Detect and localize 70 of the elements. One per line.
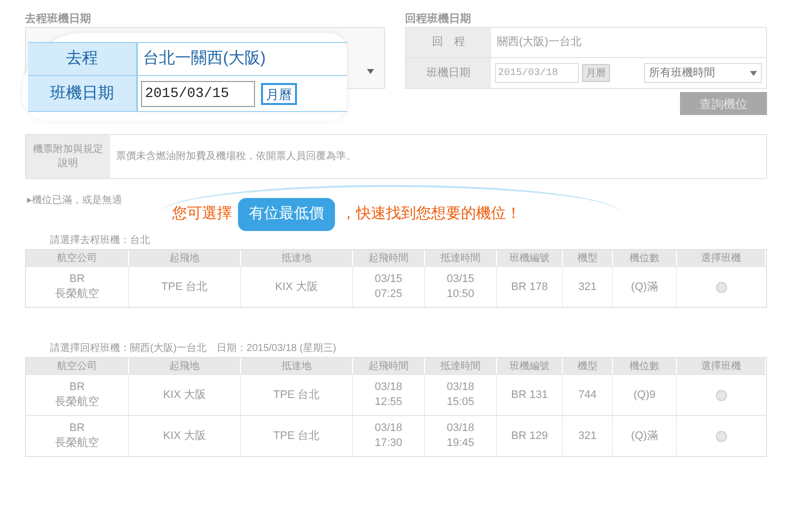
table-cell: 03/15 10:50: [425, 267, 497, 307]
table-cell: 03/18 15:05: [425, 375, 497, 415]
table-cell: KIX 大阪: [129, 375, 241, 415]
table-caption: 請選擇去程班機：台北: [50, 234, 150, 247]
table-cell: 03/15 07:25: [353, 267, 425, 307]
table-cell: 321: [563, 267, 613, 307]
dropdown-caret-icon[interactable]: [367, 69, 374, 74]
route-text: 關西(大阪)一台北: [496, 35, 582, 50]
column-header: 抵達地: [241, 358, 353, 374]
table-cell: 321: [563, 416, 613, 456]
table-cell: TPE 台北: [129, 267, 241, 307]
table-cell: KIX 大阪: [241, 267, 353, 307]
table-cell: 03/18 12:55: [353, 375, 425, 415]
radio-button[interactable]: [716, 430, 727, 442]
section-title: 回程班機日期: [405, 12, 472, 27]
column-header: 機型: [563, 250, 613, 266]
column-header: 機位數: [613, 358, 677, 374]
table-cell: BR 長榮航空: [26, 267, 129, 307]
table-cell: BR 178: [497, 267, 563, 307]
select-value: 所有班機時間: [649, 66, 715, 81]
column-header: 抵達地: [241, 250, 353, 266]
column-header: 抵達時間: [425, 358, 497, 374]
table-cell: (Q)9: [613, 375, 677, 415]
lowest-price-button[interactable]: 有位最低價: [238, 198, 335, 230]
table-cell: 03/18 19:45: [425, 416, 497, 456]
notice-text: ▸機位已滿，或是無適: [27, 194, 122, 208]
column-header: 航空公司: [26, 358, 129, 374]
table-cell: BR 長榮航空: [26, 375, 129, 415]
table-cell: 03/18 17:30: [353, 416, 425, 456]
section-title: 去程班機日期: [25, 12, 92, 27]
column-header: 選擇班機: [677, 250, 766, 266]
table-cell: TPE 台北: [241, 416, 353, 456]
column-header: 起飛時間: [353, 358, 425, 374]
table-cell: TPE 台北: [241, 375, 353, 415]
table-caption: 請選擇回程班機：關西(大阪)一台北 日期：2015/03/18 (星期三): [50, 342, 336, 355]
tip-text: ，快速找到您想要的機位！: [341, 204, 521, 224]
column-header: 起飛地: [129, 358, 241, 374]
remarks-text: 票價未含燃油附加費及機場稅，依開票人員回覆為準。: [115, 150, 357, 164]
column-header: 起飛地: [129, 250, 241, 266]
column-header: 機位數: [613, 250, 677, 266]
table-cell: BR 131: [497, 375, 563, 415]
table-cell: KIX 大阪: [129, 416, 241, 456]
radio-button[interactable]: [716, 390, 727, 400]
column-header: 航空公司: [26, 250, 129, 266]
field-label: 回 程: [406, 28, 492, 57]
radio-button[interactable]: [716, 282, 727, 292]
column-header: 選擇班機: [677, 358, 766, 374]
date-field[interactable]: 2015/03/15: [141, 80, 255, 106]
time-select[interactable]: 所有班機時間: [644, 63, 762, 83]
column-header: 班機編號: [497, 358, 563, 374]
table-cell: BR 長榮航空: [26, 416, 129, 456]
field-label: 去程: [28, 43, 136, 75]
remarks-label: 機票附加與規定說明: [26, 135, 110, 178]
column-header: 班機編號: [497, 250, 563, 266]
table-cell: (Q)滿: [613, 416, 677, 456]
dropdown-caret-icon: [750, 70, 757, 76]
column-header: 機型: [563, 358, 613, 374]
calendar-button[interactable]: 月曆: [582, 64, 610, 82]
table-cell: (Q)滿: [613, 267, 677, 307]
column-header: 起飛時間: [353, 250, 425, 266]
column-header: 抵達時間: [425, 250, 497, 266]
field-label: 班機日期: [28, 76, 136, 111]
calendar-button[interactable]: 月曆: [261, 82, 297, 104]
table-cell: BR 129: [497, 416, 563, 456]
date-field[interactable]: 2015/03/18: [495, 63, 580, 83]
route-text: 台北一關西(大阪): [136, 43, 347, 75]
table-cell: 744: [563, 375, 613, 415]
field-label: 班機日期: [406, 58, 492, 88]
tip-text: 您可選擇: [172, 204, 232, 224]
search-button[interactable]: 查詢機位: [680, 92, 767, 115]
